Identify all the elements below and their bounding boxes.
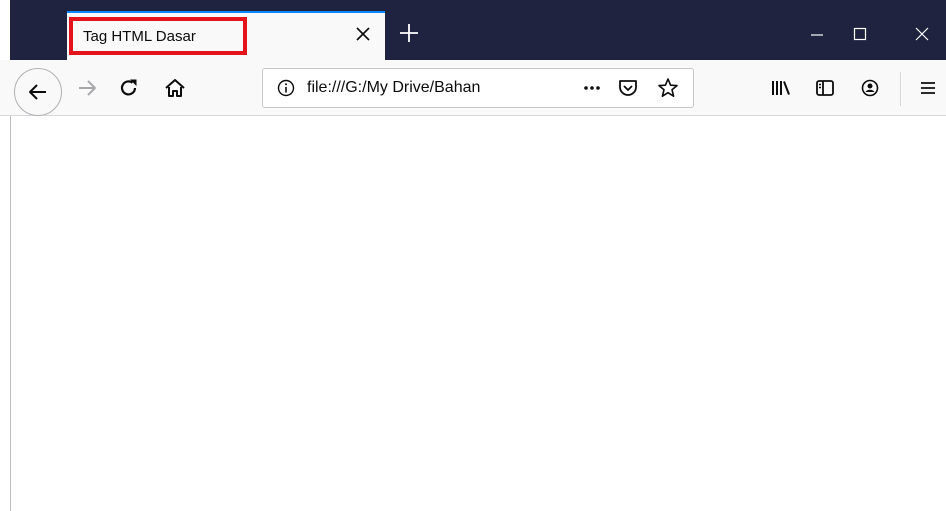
- library-icon[interactable]: [768, 75, 794, 101]
- maximize-icon[interactable]: [850, 24, 870, 44]
- star-icon[interactable]: [655, 75, 681, 101]
- new-tab-plus-icon[interactable]: [398, 22, 420, 44]
- tab-close-icon[interactable]: [352, 23, 374, 45]
- window-close-icon[interactable]: [912, 24, 932, 44]
- arrow-left-icon[interactable]: [14, 68, 62, 116]
- sidebar-icon[interactable]: [812, 75, 838, 101]
- tab-title-highlight: Tag HTML Dasar: [69, 17, 247, 55]
- navigation-toolbar: file:///G:/My Drive/Bahan: [0, 60, 946, 116]
- url-fade: [499, 69, 539, 107]
- tab-strip: Tag HTML Dasar: [0, 0, 946, 66]
- ellipsis-icon[interactable]: [579, 75, 605, 101]
- pocket-icon[interactable]: [615, 75, 641, 101]
- hamburger-menu-icon[interactable]: [915, 75, 941, 101]
- arrow-right-icon[interactable]: [74, 75, 100, 101]
- window-left-edge: [0, 0, 10, 66]
- page-content-area: [0, 116, 946, 511]
- toolbar-separator: [900, 72, 901, 106]
- tab-title: Tag HTML Dasar: [83, 27, 196, 45]
- browser-window: Tag HTML Dasar file:///G:/My Drive/Bahan: [0, 0, 946, 511]
- minimize-icon[interactable]: [807, 24, 827, 44]
- account-icon[interactable]: [857, 75, 883, 101]
- home-icon[interactable]: [162, 75, 188, 101]
- tab-active[interactable]: Tag HTML Dasar: [67, 11, 385, 66]
- reload-icon[interactable]: [116, 75, 142, 101]
- info-icon[interactable]: [273, 75, 299, 101]
- url-bar[interactable]: file:///G:/My Drive/Bahan: [262, 68, 694, 108]
- content-left-border: [10, 116, 11, 511]
